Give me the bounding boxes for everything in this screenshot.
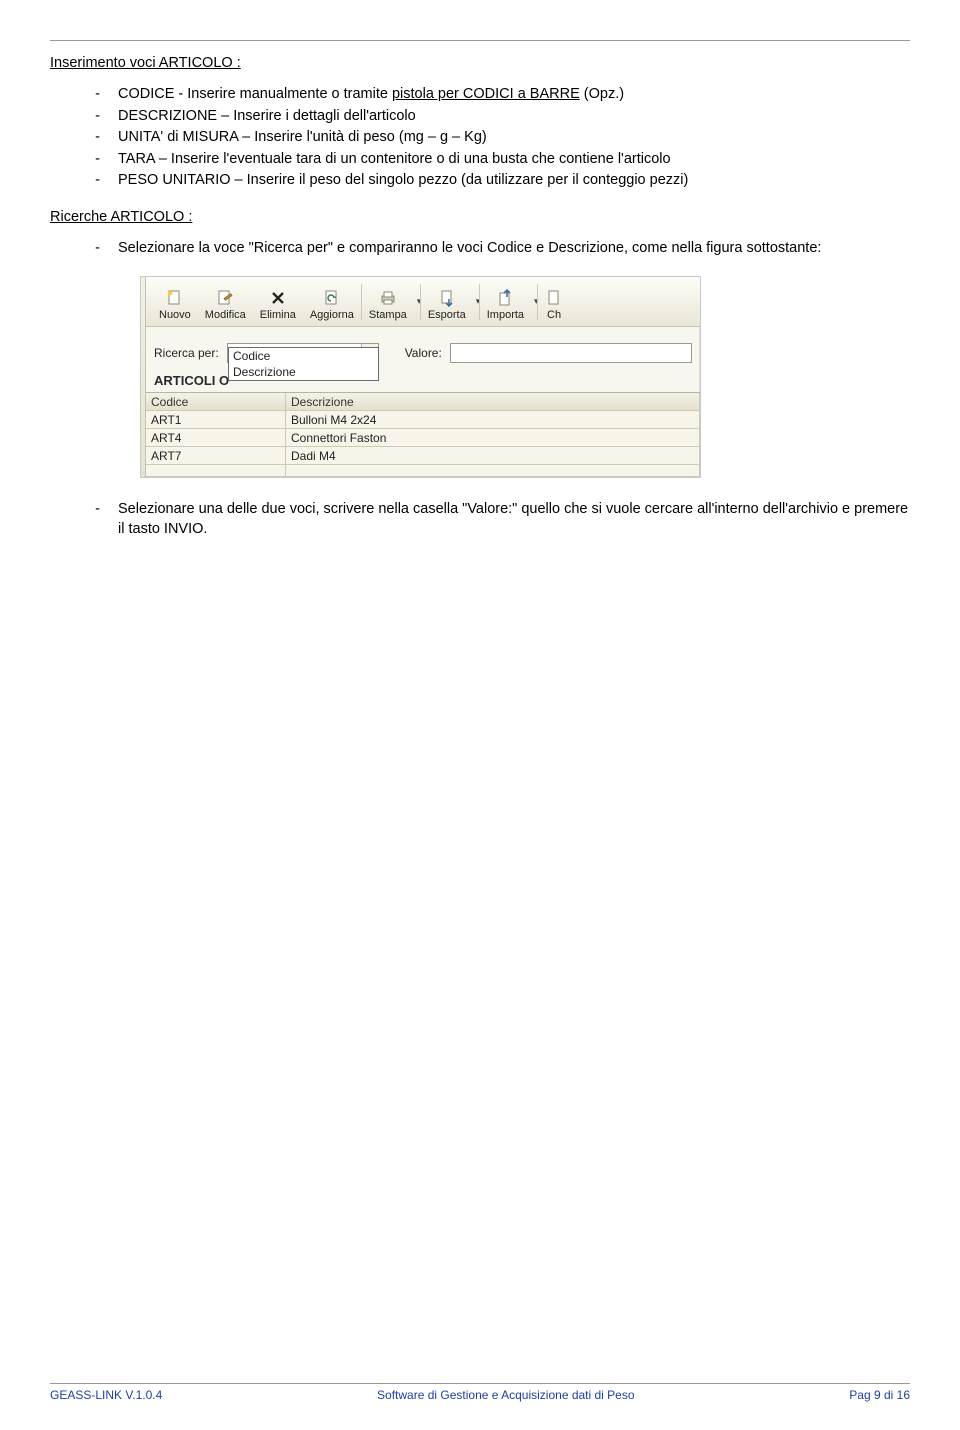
edit-icon [216,289,234,307]
dropdown-option-codice[interactable]: Codice [229,348,378,364]
refresh-icon [323,289,341,307]
data-grid: Codice Descrizione ART1 Bulloni M4 2x24 … [146,392,700,477]
print-icon [379,289,397,307]
label: Elimina [260,309,296,321]
search-row: Ricerca per: ▾ Valore: Codice Descrizion… [146,327,700,371]
value-input[interactable] [450,343,692,363]
underlined-text: pistola per CODICI a BARRE [392,86,580,102]
label: Aggiorna [310,309,354,321]
insert-list: CODICE - Inserire manualmente o tramite … [100,85,910,191]
label: Nuovo [159,309,191,321]
footer-right: Pag 9 di 16 [849,1388,910,1402]
stampa-button[interactable]: Stampa [362,285,414,326]
table-row[interactable]: ART1 Bulloni M4 2x24 [146,411,700,429]
cell: Bulloni M4 2x24 [286,411,700,429]
cell: ART7 [146,447,286,465]
cell: ART1 [146,411,286,429]
footer-left: GEASS-LINK V.1.0.4 [50,1388,162,1402]
list-item: PESO UNITARIO – Inserire il peso del sin… [100,171,910,191]
generic-icon [545,289,563,307]
embedded-ui: Nuovo Modifica Elimina Aggiorna [140,276,701,478]
section-title-insert: Inserimento voci ARTICOLO : [50,55,910,71]
table-row[interactable]: ART7 Dadi M4 [146,447,700,465]
label: Ch [547,309,561,321]
new-icon [166,289,184,307]
col-descrizione[interactable]: Descrizione [286,393,700,411]
footer-center: Software di Gestione e Acquisizione dati… [377,1388,634,1402]
section-title-search: Ricerche ARTICOLO : [50,209,910,225]
table-row[interactable]: ART4 Connettori Faston [146,429,700,447]
cell [146,465,286,477]
truncated-button[interactable]: Ch [538,285,570,326]
search-list-2: Selezionare una delle due voci, scrivere… [100,500,910,539]
list-item: Selezionare una delle due voci, scrivere… [100,500,910,539]
elimina-button[interactable]: Elimina [253,285,303,326]
search-label: Ricerca per: [154,346,219,360]
label: Stampa [369,309,407,321]
top-rule [50,40,910,41]
delete-icon [269,289,287,307]
table-header: Codice Descrizione [146,393,700,411]
text: (Opz.) [580,86,624,102]
col-codice[interactable]: Codice [146,393,286,411]
search-dropdown-list: Codice Descrizione [228,347,379,381]
export-icon [438,289,456,307]
toolbar: Nuovo Modifica Elimina Aggiorna [146,277,700,327]
dropdown-option-descrizione[interactable]: Descrizione [229,364,378,380]
label: Modifica [205,309,246,321]
esporta-button[interactable]: Esporta [421,285,473,326]
import-icon [496,289,514,307]
table-row[interactable] [146,465,700,477]
cell: Dadi M4 [286,447,700,465]
label: Importa [487,309,524,321]
text: CODICE - Inserire manualmente o tramite [118,86,392,102]
search-list-1: Selezionare la voce "Ricerca per" e comp… [100,239,910,259]
modifica-button[interactable]: Modifica [198,285,253,326]
list-item: Selezionare la voce "Ricerca per" e comp… [100,239,910,259]
aggiorna-button[interactable]: Aggiorna [303,285,361,326]
cell: ART4 [146,429,286,447]
nuovo-button[interactable]: Nuovo [152,285,198,326]
importa-button[interactable]: Importa [480,285,531,326]
list-item: DESCRIZIONE – Inserire i dettagli dell'a… [100,107,910,127]
label: Esporta [428,309,466,321]
page-footer: GEASS-LINK V.1.0.4 Software di Gestione … [50,1383,910,1402]
cell: Connettori Faston [286,429,700,447]
value-label: Valore: [405,346,442,360]
list-item: CODICE - Inserire manualmente o tramite … [100,85,910,105]
list-item: UNITA' di MISURA – Inserire l'unità di p… [100,128,910,148]
cell [286,465,700,477]
list-item: TARA – Inserire l'eventuale tara di un c… [100,150,910,170]
